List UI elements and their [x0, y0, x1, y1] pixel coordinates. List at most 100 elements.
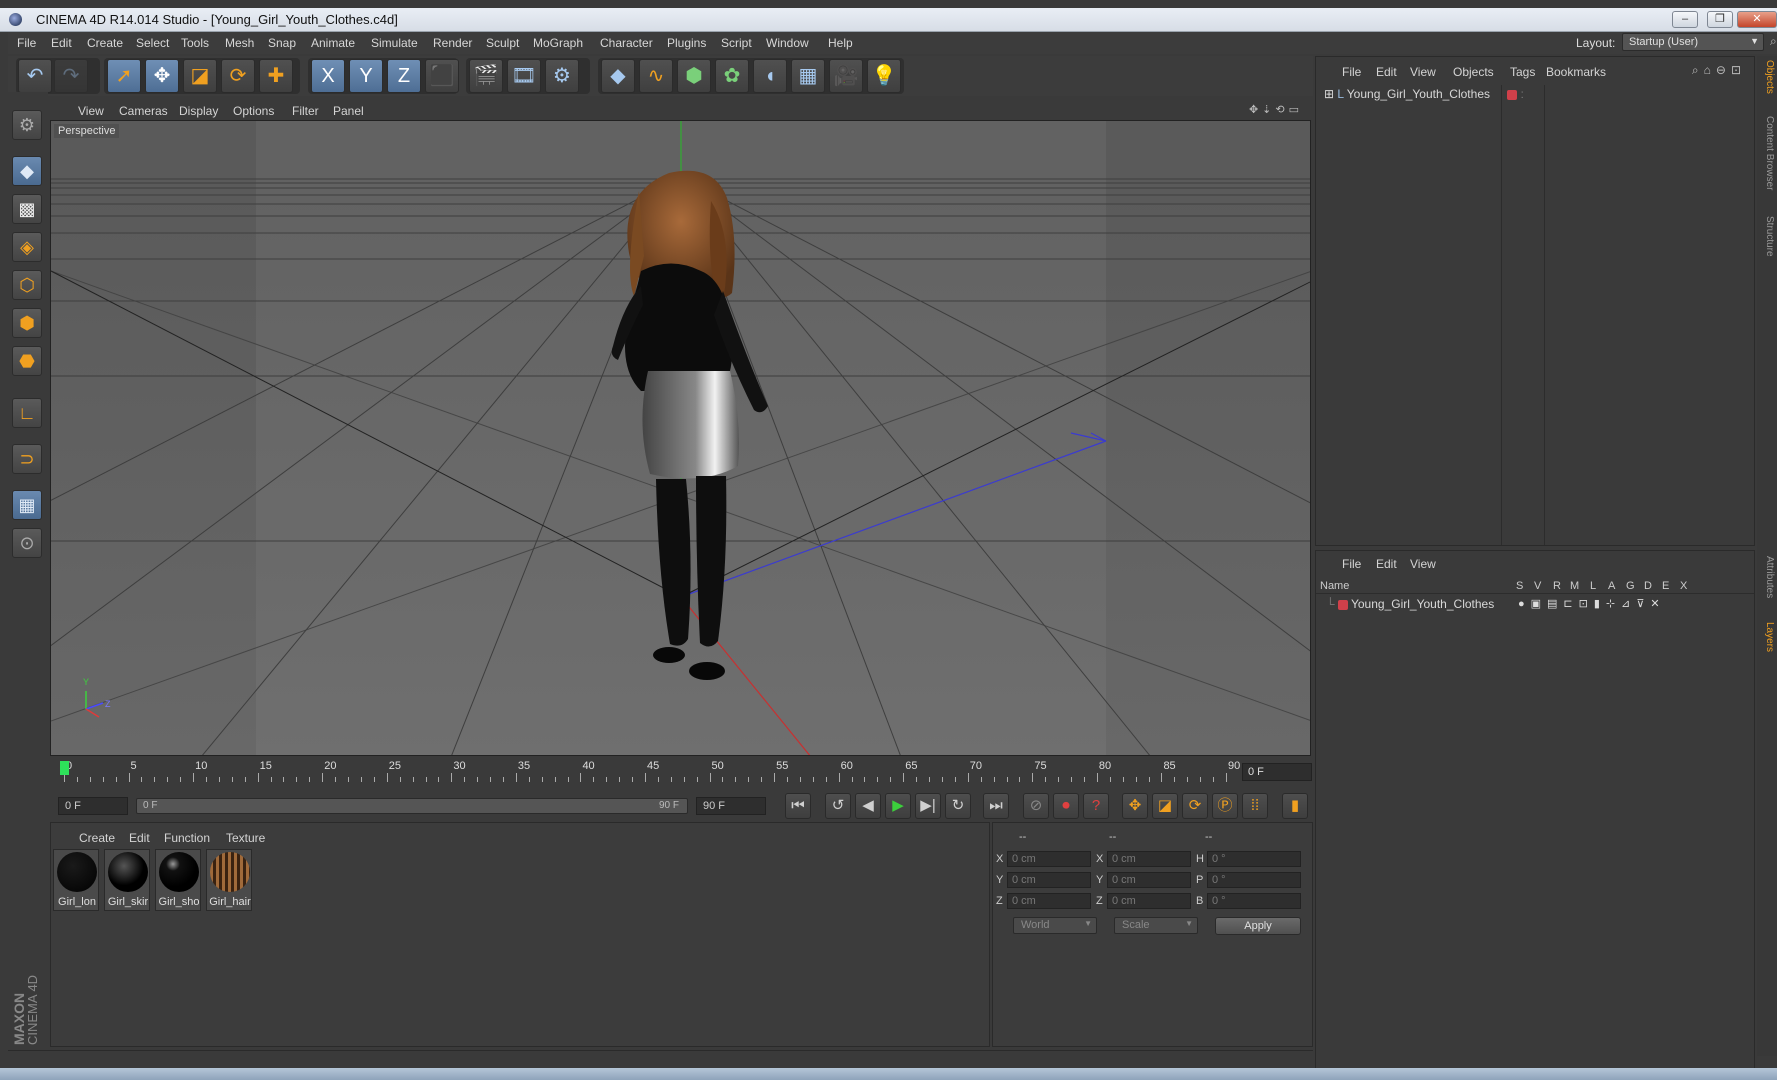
rotation-h-field[interactable]: 0 ° [1207, 851, 1301, 867]
texture-mode-icon[interactable]: ▩ [12, 194, 42, 224]
key-pla-icon[interactable]: ⁞⁞ [1242, 793, 1268, 819]
record-disabled-icon[interactable]: ⊘ [1023, 793, 1049, 819]
expand-icon[interactable]: ⊞ [1324, 87, 1334, 101]
position-x-field[interactable]: 0 cm [1007, 851, 1091, 867]
transform-mode-dropdown[interactable]: Scale ▼ [1114, 917, 1198, 934]
next-frame-icon[interactable]: ▶| [915, 793, 941, 819]
workplane-icon[interactable]: ◈ [12, 232, 42, 262]
minimize-button[interactable]: – [1672, 11, 1698, 28]
menu-render[interactable]: Render [433, 36, 472, 50]
render-picture-viewer-icon[interactable]: 🎞 [507, 59, 541, 93]
menu-animate[interactable]: Animate [311, 36, 355, 50]
playhead[interactable] [60, 761, 69, 775]
edit-render-settings-icon[interactable]: ⚙ [545, 59, 579, 93]
object-row[interactable]: ⊞ L Young_Girl_Youth_Clothes ⁚ [1324, 87, 1524, 101]
menu-simulate[interactable]: Simulate [371, 36, 418, 50]
layers-menu-edit[interactable]: Edit [1376, 557, 1397, 571]
autokeying-icon[interactable]: ? [1083, 793, 1109, 819]
menu-snap[interactable]: Snap [268, 36, 296, 50]
menu-mograph[interactable]: MoGraph [533, 36, 583, 50]
objects-menu-file[interactable]: File [1342, 65, 1361, 79]
tab-content-browser[interactable]: Content Browser [1759, 116, 1775, 190]
go-to-start-icon[interactable]: ⏮ [785, 793, 811, 819]
locked-workplane-icon[interactable]: ⊙ [12, 528, 42, 558]
go-to-end-icon[interactable]: ⏭ [983, 793, 1009, 819]
material-menu-function[interactable]: Function [164, 831, 210, 845]
tab-objects[interactable]: Objects [1759, 60, 1775, 94]
redo-icon[interactable]: ↷ [54, 59, 88, 93]
spline-icon[interactable]: ∿ [639, 59, 673, 93]
layer-toggle-icons[interactable]: ●▣▤⊏⊡▮⊹⊿⊽✕ [1518, 597, 1666, 610]
next-key-icon[interactable]: ↻ [945, 793, 971, 819]
viewport-menu-display[interactable]: Display [179, 104, 218, 118]
model-mode-icon[interactable]: ◆ [12, 156, 42, 186]
key-rotation-icon[interactable]: ⟳ [1182, 793, 1208, 819]
tab-structure[interactable]: Structure [1759, 216, 1775, 257]
points-mode-icon[interactable]: ⬡ [12, 270, 42, 300]
menu-sculpt[interactable]: Sculpt [486, 36, 519, 50]
prev-frame-icon[interactable]: ◀ [855, 793, 881, 819]
viewport-menu-panel[interactable]: Panel [333, 104, 364, 118]
material-swatch[interactable]: Girl_sho [155, 849, 201, 911]
frame-range-slider[interactable]: 0 F 90 F [136, 798, 688, 814]
axis-mode-icon[interactable]: ∟ [12, 398, 42, 428]
array-icon[interactable]: ✿ [715, 59, 749, 93]
position-y-field[interactable]: 0 cm [1007, 872, 1091, 888]
render-view-icon[interactable]: 🎬 [469, 59, 503, 93]
material-menu-texture[interactable]: Texture [226, 831, 265, 845]
perspective-viewport[interactable]: Perspective Y Z [50, 120, 1311, 756]
camera-icon[interactable]: 🎥 [829, 59, 863, 93]
menu-window[interactable]: Window [766, 36, 809, 50]
rotate-icon[interactable]: ⟳ [221, 59, 255, 93]
cube-icon[interactable]: ◆ [601, 59, 635, 93]
material-swatch[interactable]: Girl_lon [53, 849, 99, 911]
add-icon[interactable]: ✚ [259, 59, 293, 93]
objects-menu-objects[interactable]: Objects [1453, 65, 1494, 79]
size-x-field[interactable]: 0 cm [1107, 851, 1191, 867]
menu-select[interactable]: Select [136, 36, 169, 50]
objects-panel-tool-icons[interactable]: ⌕⌂⊖⊡ [1692, 63, 1746, 78]
rotation-p-field[interactable]: 0 ° [1207, 872, 1301, 888]
key-position-icon[interactable]: ✥ [1122, 793, 1148, 819]
layers-menu-view[interactable]: View [1410, 557, 1436, 571]
material-swatch[interactable]: Girl_hair [206, 849, 252, 911]
rotation-b-field[interactable]: 0 ° [1207, 893, 1301, 909]
coordinate-mode-dropdown[interactable]: World ▼ [1013, 917, 1097, 934]
layer-row[interactable]: └ Young_Girl_Youth_Clothes [1326, 597, 1494, 611]
viewport-menu-view[interactable]: View [78, 104, 104, 118]
undo-icon[interactable]: ↶ [18, 59, 52, 93]
coordinate-system-icon[interactable]: ⬛ [425, 59, 459, 93]
menu-character[interactable]: Character [600, 36, 653, 50]
objects-menu-view[interactable]: View [1410, 65, 1436, 79]
start-frame-field[interactable]: 0 F [58, 797, 128, 815]
menu-help[interactable]: Help [828, 36, 853, 50]
move-icon[interactable]: ✥ [145, 59, 179, 93]
key-parameter-icon[interactable]: Ⓟ [1212, 793, 1238, 819]
scale-icon[interactable]: ◪ [183, 59, 217, 93]
current-frame-field[interactable]: 0 F [1242, 763, 1312, 781]
viewport-menu-filter[interactable]: Filter [292, 104, 319, 118]
layer-tag-icon[interactable] [1507, 89, 1518, 100]
size-z-field[interactable]: 0 cm [1107, 893, 1191, 909]
end-frame-field[interactable]: 90 F [696, 797, 766, 815]
layer-color-swatch[interactable] [1337, 599, 1348, 610]
menu-plugins[interactable]: Plugins [667, 36, 706, 50]
tab-layers[interactable]: Layers [1759, 622, 1775, 652]
tab-attributes[interactable]: Attributes [1759, 556, 1775, 598]
key-scale-icon[interactable]: ◪ [1152, 793, 1178, 819]
menu-script[interactable]: Script [721, 36, 752, 50]
deformer-icon[interactable]: ◖ [753, 59, 787, 93]
z-axis-icon[interactable]: Z [387, 59, 421, 93]
material-swatch[interactable]: Girl_skir [104, 849, 150, 911]
size-y-field[interactable]: 0 cm [1107, 872, 1191, 888]
viewport-menu-options[interactable]: Options [233, 104, 274, 118]
layers-menu-file[interactable]: File [1342, 557, 1361, 571]
nurbs-icon[interactable]: ⬢ [677, 59, 711, 93]
restore-button[interactable]: ❐ [1707, 11, 1733, 28]
objects-menu-edit[interactable]: Edit [1376, 65, 1397, 79]
close-button[interactable]: ✕ [1737, 11, 1777, 28]
position-z-field[interactable]: 0 cm [1007, 893, 1091, 909]
light-icon[interactable]: 💡 [867, 59, 901, 93]
workplane-lock-icon[interactable]: ▦ [12, 490, 42, 520]
timeline-window-icon[interactable]: ▮ [1282, 793, 1308, 819]
